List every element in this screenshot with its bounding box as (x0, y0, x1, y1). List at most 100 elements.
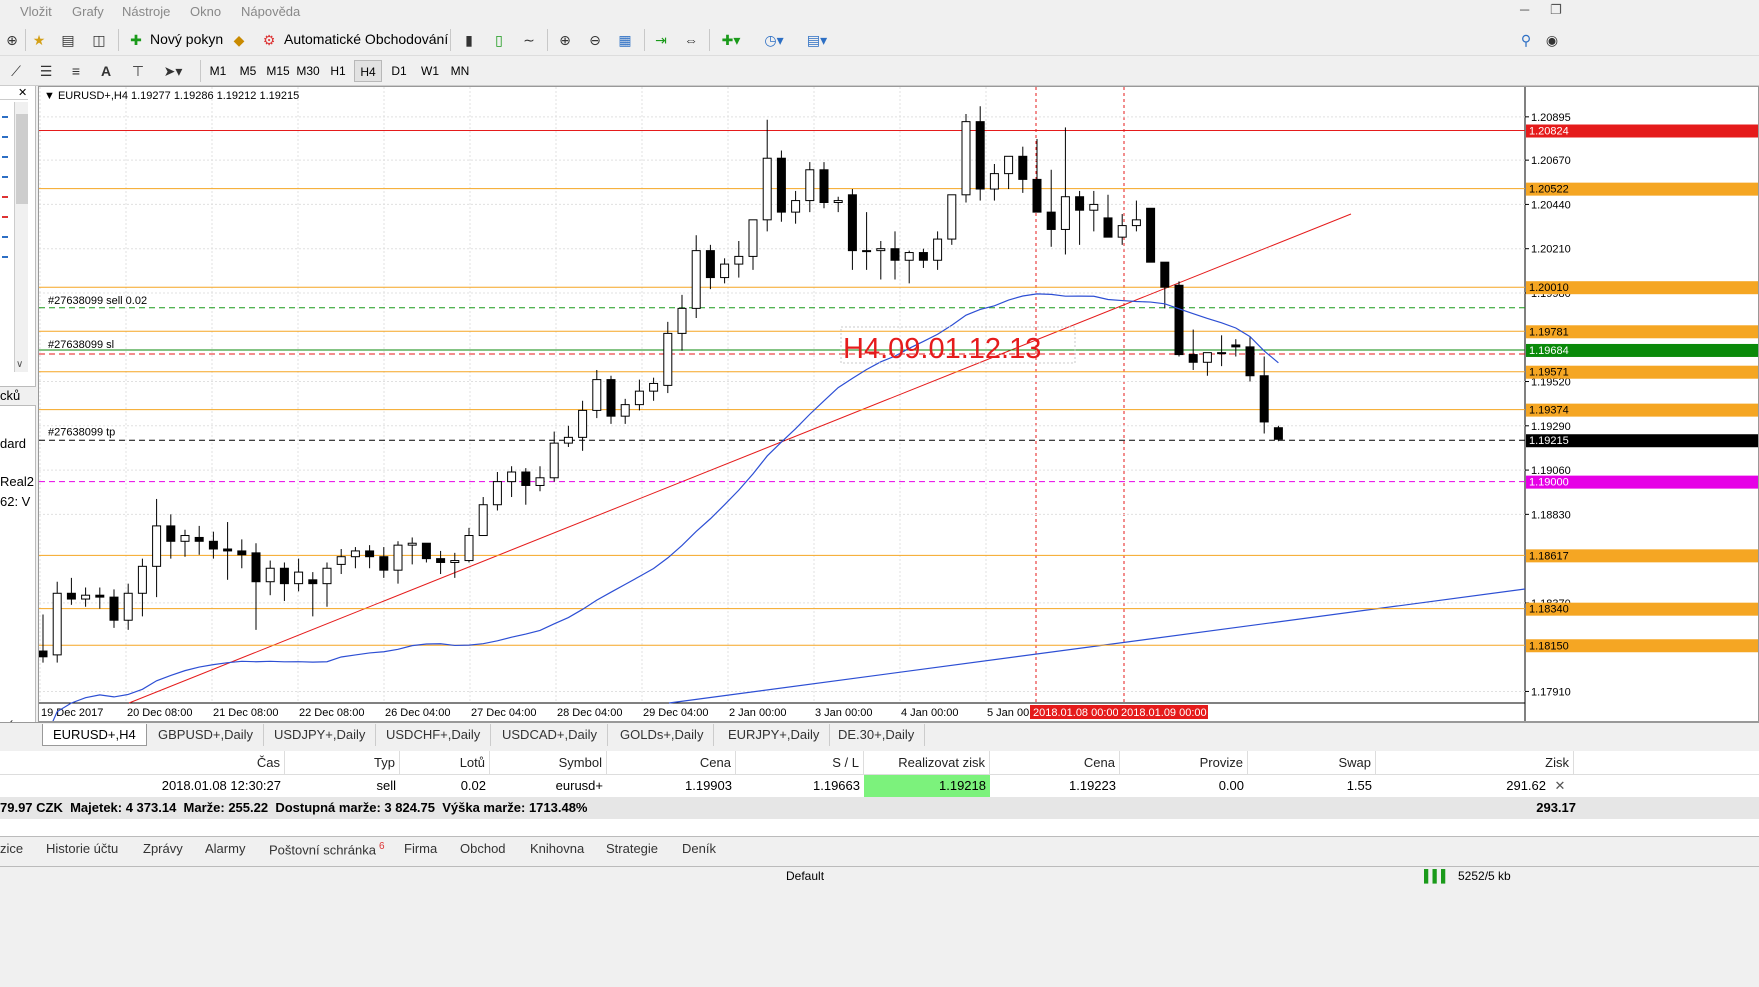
templates-icon[interactable]: ▤▾ (800, 27, 834, 53)
candle-body (677, 307, 687, 334)
candle-body (1060, 196, 1070, 230)
candle-body (1245, 346, 1255, 377)
chart-window[interactable]: 19 Dec 2017 20 Dec 08:00 21 Dec 08:00 22 De… (38, 86, 1759, 722)
zoom-in-icon[interactable]: ⊕ (554, 27, 576, 53)
timeframe-m5[interactable]: M5 (234, 60, 262, 82)
tab-positions[interactable]: zice (0, 841, 23, 856)
price-tick-label: 1.17910 (1531, 686, 1571, 698)
close-order-icon[interactable]: ✕ (1553, 775, 1567, 797)
trendline-icon[interactable]: ⟋ (6, 58, 26, 84)
tab-gbpusd-daily[interactable]: GBPUSD+,Daily (148, 724, 264, 746)
tab-usdcad-daily[interactable]: USDCAD+,Daily (492, 724, 608, 746)
timeframe-m1[interactable]: M1 (204, 60, 232, 82)
timeframe-m15[interactable]: M15 (264, 60, 292, 82)
menu-tools[interactable]: Nástroje (122, 4, 170, 19)
candle-body (691, 250, 701, 309)
tab-company[interactable]: Firma (404, 841, 437, 856)
candle-body (876, 248, 886, 252)
metaeditor-icon[interactable]: ◆ (228, 27, 250, 53)
line-chart-icon[interactable]: ∼ (518, 27, 540, 53)
candle-body (336, 556, 346, 565)
data-window-icon[interactable]: ◫ (88, 27, 110, 53)
candle-body (592, 379, 602, 411)
candle-body (1174, 284, 1184, 356)
candle-body (904, 252, 914, 261)
minimize-icon[interactable]: ─ (1520, 2, 1529, 17)
new-order-button[interactable]: Nový pokyn (150, 31, 223, 47)
timeframe-h1[interactable]: H1 (324, 60, 352, 82)
candle-body (109, 596, 119, 621)
favorites-icon[interactable]: ★ (28, 27, 50, 53)
arrows-tool-icon[interactable]: ➤▾ (158, 58, 188, 84)
fibonacci-icon[interactable]: ☰ (36, 58, 56, 84)
time-marker-label: 2018.01.09 00:00 (1121, 707, 1207, 719)
text-tool-icon[interactable]: A (96, 58, 116, 84)
cell-current-price: 1.19223 (1069, 778, 1116, 793)
tab-eurusd-h4[interactable]: EURUSD+,H4 (42, 724, 147, 746)
periods-icon[interactable]: ◷▾ (758, 27, 790, 53)
line-studies-toolbar: ⟋ ☰ ≡ A ⊤ ➤▾ M1 M5 M15 M30 H1 H4 D1 W1 M… (0, 56, 1759, 86)
terminal-tabs: zice Historie účtu Zprávy Alarmy Poštovn… (0, 836, 1759, 862)
market-watch-panel: ✕ ∨ cků dard Real2 62: V né (0, 86, 36, 733)
tab-golds-daily[interactable]: GOLDs+,Daily (610, 724, 715, 746)
tab-alerts[interactable]: Alarmy (205, 841, 245, 856)
chevron-down-icon[interactable]: ∨ (16, 359, 23, 370)
tile-windows-icon[interactable]: ▦ (614, 27, 636, 53)
new-order-icon[interactable]: ✚ (126, 27, 146, 53)
menu-window[interactable]: Okno (190, 4, 221, 19)
candle-body (805, 169, 815, 202)
tab-mailbox[interactable]: Poštovní schránka 6 (269, 841, 385, 857)
tab-usdjpy-daily[interactable]: USDJPY+,Daily (264, 724, 377, 746)
bar-chart-icon[interactable]: ▮ (458, 27, 480, 53)
table-row[interactable]: 2018.01.08 12:30:27 sell 0.02 eurusd+ 1.… (0, 751, 1759, 799)
scroll-chart-icon[interactable]: ⇥ (650, 27, 672, 53)
community-icon[interactable]: ◉ (1545, 27, 1559, 53)
chart-shift-icon[interactable]: ⇔ (680, 27, 702, 53)
candle-body (862, 250, 872, 253)
timeframe-w1[interactable]: W1 (416, 60, 444, 82)
zoom-out-icon[interactable]: ⊖ (584, 27, 606, 53)
symbol-list[interactable] (0, 102, 10, 262)
menu-charts[interactable]: Grafy (72, 4, 104, 19)
tab-strategy[interactable]: Strategie (606, 841, 658, 856)
scrollbar[interactable]: ∨ (14, 102, 28, 372)
time-marker-label: 2018.01.08 00:00 (1033, 707, 1119, 719)
tab-market[interactable]: Obchod (460, 841, 506, 856)
panel-tab-label[interactable]: cků (0, 388, 20, 403)
timeframe-h4[interactable]: H4 (354, 60, 382, 82)
tab-de30-daily[interactable]: DE.30+,Daily (828, 724, 926, 746)
search-icon[interactable]: ⚲ (1515, 27, 1537, 53)
candle-body (1217, 352, 1227, 355)
account-summary: 79.97 CZK Majetek: 4 373.14 Marže: 255.2… (0, 797, 1759, 819)
tab-usdchf-daily[interactable]: USDCHF+,Daily (376, 724, 492, 746)
timeframe-d1[interactable]: D1 (385, 60, 413, 82)
timeframe-mn[interactable]: MN (446, 60, 474, 82)
tab-library[interactable]: Knihovna (530, 841, 584, 856)
tab-eurjpy-daily[interactable]: EURJPY+,Daily (718, 724, 831, 746)
order-label: #27638099 sl (48, 339, 114, 351)
navigator-icon[interactable]: ▤ (57, 27, 79, 53)
menu-insert[interactable]: Vložit (20, 4, 52, 19)
candle-body (791, 200, 801, 213)
auto-trading-button[interactable]: Automatické Obchodování (284, 31, 448, 47)
close-icon[interactable]: ✕ (18, 86, 27, 99)
candle-body (890, 248, 900, 261)
tab-account-history[interactable]: Historie účtu (46, 841, 118, 856)
chart-dropdown-icon[interactable]: ▼ (44, 90, 55, 102)
indicators-icon[interactable]: ✚▾ (716, 27, 746, 53)
label-tool-icon[interactable]: ⊤ (128, 58, 148, 84)
candlestick-icon[interactable]: ▯ (488, 27, 510, 53)
auto-trading-icon[interactable]: ⚙ (258, 27, 280, 53)
crosshair-icon[interactable]: ⊕ (2, 27, 22, 53)
candle-body (975, 121, 985, 190)
restore-icon[interactable]: ❐ (1550, 2, 1562, 18)
price-level-label: 1.18617 (1529, 550, 1569, 562)
tab-journal[interactable]: Deník (682, 841, 716, 856)
time-label: 21 Dec 08:00 (213, 707, 278, 719)
timeframe-m30[interactable]: M30 (294, 60, 322, 82)
channel-icon[interactable]: ≡ (66, 58, 86, 84)
tab-news[interactable]: Zprávy (143, 841, 183, 856)
price-chart[interactable]: 19 Dec 2017 20 Dec 08:00 21 Dec 08:00 22 De… (39, 87, 1758, 721)
candle-body (137, 565, 147, 594)
menu-help[interactable]: Nápověda (241, 4, 300, 19)
